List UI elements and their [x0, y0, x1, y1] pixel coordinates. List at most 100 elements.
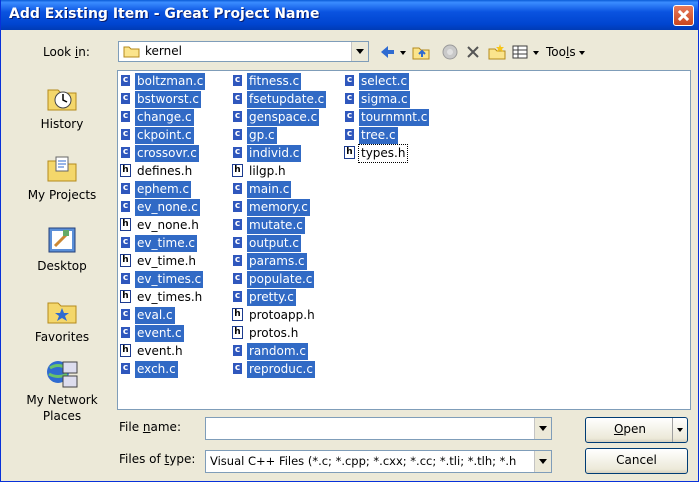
- header-file-icon: h: [344, 146, 355, 159]
- header-file-icon: h: [232, 326, 243, 339]
- c-source-file-icon: c: [344, 128, 355, 141]
- c-source-file-icon: c: [232, 362, 243, 375]
- search-web-icon[interactable]: [441, 42, 461, 62]
- place-my-projects[interactable]: My Projects: [16, 153, 108, 203]
- header-file-icon: h: [120, 254, 131, 267]
- file-name: ckpoint.c: [135, 127, 194, 144]
- c-source-file-icon: c: [120, 110, 131, 123]
- file-name: genspace.c: [247, 109, 320, 126]
- places-bar: History My Projects Desktop Favorites My…: [16, 70, 108, 474]
- file-name: ev_time.c: [135, 235, 198, 252]
- c-source-file-icon: c: [232, 146, 243, 159]
- chevron-down-icon[interactable]: [534, 418, 551, 439]
- c-source-file-icon: c: [232, 290, 243, 303]
- window-title: Add Existing Item - Great Project Name: [9, 6, 320, 22]
- open-button-label: Open: [613, 422, 647, 436]
- file-name: event.h: [137, 344, 183, 358]
- header-file-icon: h: [232, 308, 243, 321]
- c-source-file-icon: c: [344, 92, 355, 105]
- file-name: random.c: [247, 343, 308, 360]
- look-in-dropdown[interactable]: kernel: [118, 41, 369, 62]
- place-history[interactable]: History: [16, 82, 108, 132]
- file-name: lilgp.h: [249, 164, 286, 178]
- file-name: defines.h: [137, 164, 193, 178]
- file-name: protoapp.h: [249, 308, 315, 322]
- place-favorites[interactable]: Favorites: [16, 295, 108, 345]
- my-projects-icon: [45, 153, 79, 185]
- file-name: fsetupdate.c: [247, 91, 327, 108]
- history-icon: [45, 82, 79, 114]
- place-desktop[interactable]: Desktop: [16, 224, 108, 274]
- c-source-file-icon: c: [120, 362, 131, 375]
- new-folder-icon[interactable]: [487, 42, 507, 62]
- c-source-file-icon: c: [120, 308, 131, 321]
- place-label: Desktop: [37, 259, 87, 273]
- file-name: ev_time.h: [137, 254, 197, 268]
- file-type-value: Visual C++ Files (*.c; *.cpp; *.cxx; *.c…: [210, 454, 517, 468]
- c-source-file-icon: c: [120, 92, 131, 105]
- c-source-file-icon: c: [120, 182, 131, 195]
- header-file-icon: h: [232, 164, 243, 177]
- file-name: gp.c: [247, 127, 277, 144]
- file-name: params.c: [247, 253, 307, 270]
- file-name: eval.c: [135, 307, 175, 324]
- file-name: mutate.c: [247, 217, 305, 234]
- file-type-label: Files of type:: [119, 452, 196, 466]
- close-icon[interactable]: [673, 5, 694, 26]
- c-source-file-icon: c: [232, 74, 243, 87]
- cancel-button[interactable]: Cancel: [585, 448, 688, 474]
- c-source-file-icon: c: [232, 200, 243, 213]
- c-source-file-icon: c: [120, 326, 131, 339]
- chevron-down-icon[interactable]: [351, 42, 368, 61]
- place-label: My Projects: [27, 188, 97, 202]
- file-name: reproduc.c: [247, 361, 315, 378]
- c-source-file-icon: c: [120, 128, 131, 141]
- delete-icon[interactable]: [464, 42, 482, 62]
- file-name: memory.c: [247, 199, 310, 216]
- file-list[interactable]: c boltzman.c c bstworst.c c change.c c ckpoint.…: [117, 70, 691, 410]
- c-source-file-icon: c: [232, 92, 243, 105]
- c-source-file-icon: c: [344, 74, 355, 87]
- header-file-icon: h: [120, 344, 131, 357]
- file-name: fitness.c: [247, 73, 302, 90]
- add-existing-item-dialog: Add Existing Item - Great Project Name L…: [0, 0, 699, 482]
- chevron-down-icon[interactable]: [534, 451, 551, 472]
- views-icon[interactable]: [511, 42, 545, 62]
- header-file-icon: h: [120, 164, 131, 177]
- file-name: bstworst.c: [135, 91, 202, 108]
- tools-menu[interactable]: Tools: [546, 45, 585, 59]
- c-source-file-icon: c: [120, 236, 131, 249]
- file-name: ephem.c: [135, 181, 192, 198]
- file-name: ev_times.h: [137, 290, 203, 304]
- c-source-file-icon: c: [232, 236, 243, 249]
- file-type-dropdown[interactable]: Visual C++ Files (*.c; *.cpp; *.cxx; *.c…: [205, 450, 552, 473]
- place-network[interactable]: My Network Places: [16, 358, 108, 424]
- file-name: types.h: [357, 144, 409, 163]
- place-label: My Network Places: [26, 393, 98, 423]
- title-bar[interactable]: Add Existing Item - Great Project Name: [1, 0, 698, 30]
- file-name: output.c: [247, 235, 301, 252]
- c-source-file-icon: c: [120, 200, 131, 213]
- file-name: ev_times.c: [135, 271, 204, 288]
- file-name-label: File name:: [119, 420, 181, 434]
- open-button[interactable]: Open: [585, 417, 688, 443]
- open-options-chevron-icon[interactable]: [672, 418, 687, 442]
- file-name: individ.c: [247, 145, 302, 162]
- header-file-icon: h: [120, 290, 131, 303]
- file-name: boltzman.c: [135, 73, 206, 90]
- desktop-icon: [45, 224, 79, 256]
- file-name: ev_none.h: [137, 218, 199, 232]
- c-source-file-icon: c: [232, 254, 243, 267]
- file-name: crossovr.c: [135, 145, 199, 162]
- up-one-level-icon[interactable]: [411, 42, 431, 62]
- folder-icon: [123, 46, 140, 58]
- look-in-label: Look in:: [43, 45, 90, 59]
- c-source-file-icon: c: [120, 146, 131, 159]
- file-name-input[interactable]: [205, 417, 552, 440]
- file-name: event.c: [135, 325, 184, 342]
- file-name: tournmnt.c: [359, 109, 430, 126]
- file-name: exch.c: [135, 361, 178, 378]
- place-label: Favorites: [34, 330, 90, 344]
- back-icon[interactable]: [378, 42, 408, 62]
- place-label: History: [40, 117, 84, 131]
